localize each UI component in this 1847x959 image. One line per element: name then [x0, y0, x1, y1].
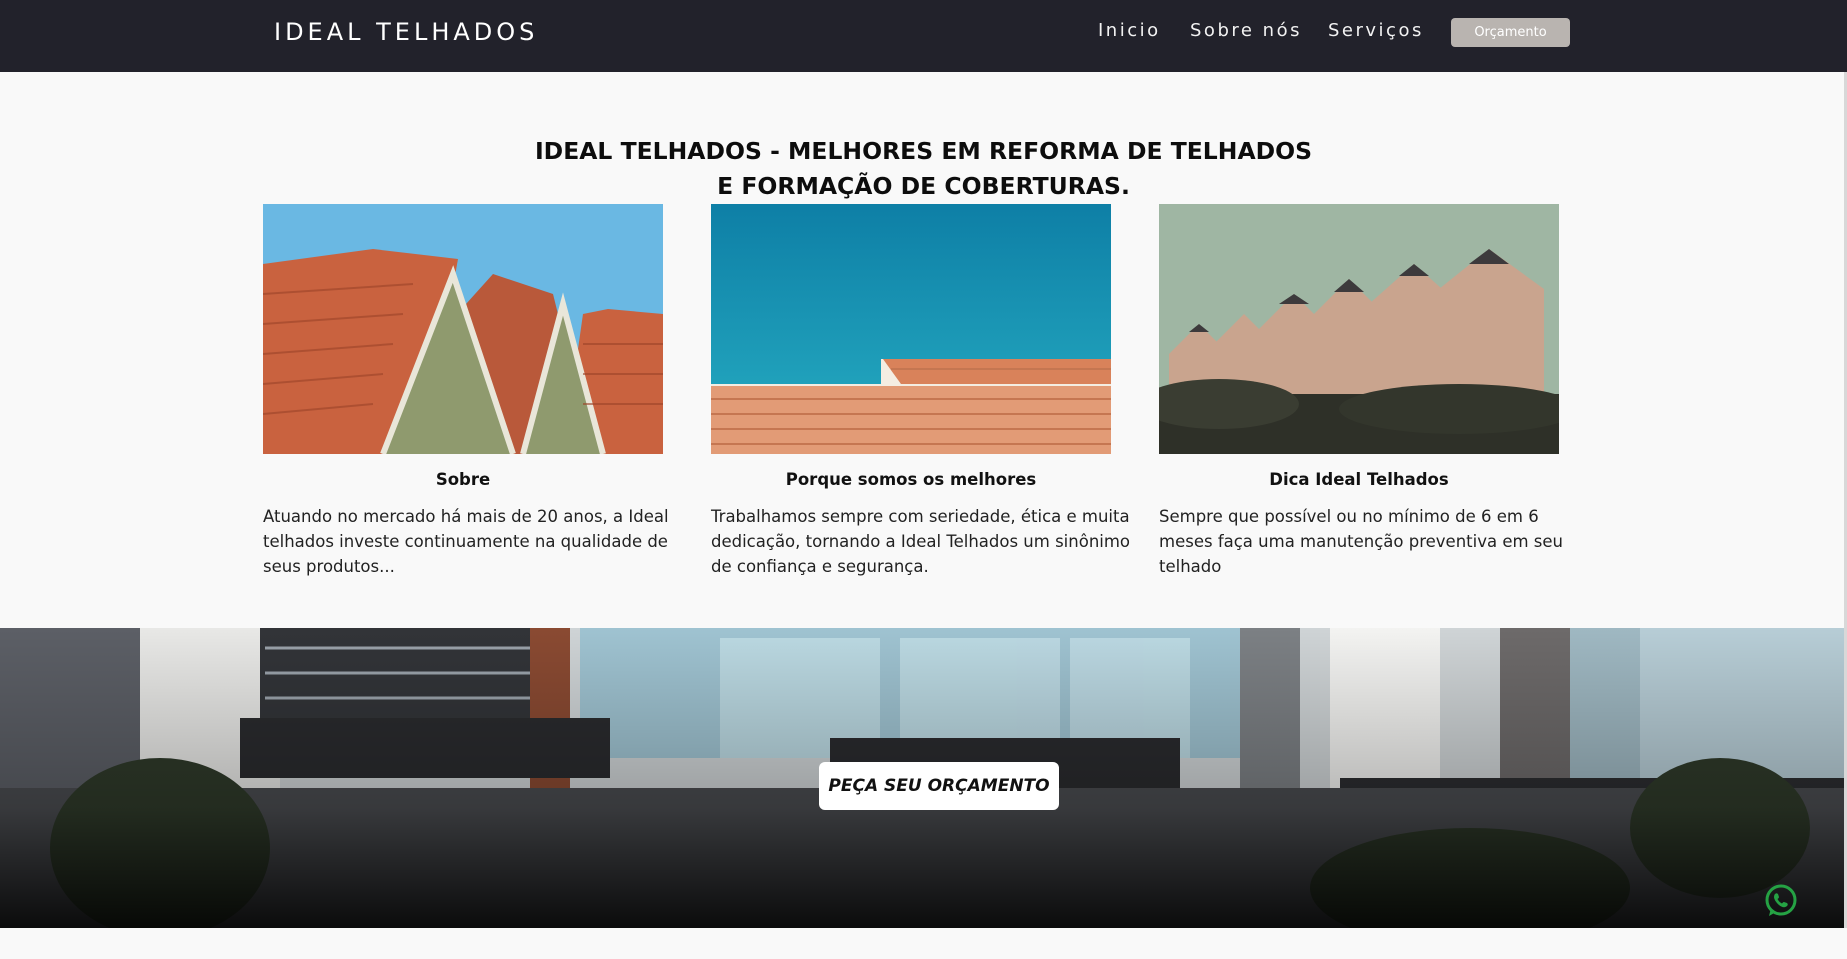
page-headline: IDEAL TELHADOS - MELHORES EM REFORMA DE …: [0, 134, 1847, 204]
card-title: Porque somos os melhores: [785, 470, 1037, 489]
card-text: Atuando no mercado há mais de 20 anos, a…: [263, 507, 669, 576]
card-sobre: Sobre Atuando no mercado há mais de 20 a…: [263, 204, 669, 579]
card-text: Trabalhamos sempre com seriedade, ética …: [711, 507, 1131, 576]
top-navbar: IDEAL TELHADOS Inicio Sobre nós Serviços…: [0, 0, 1847, 72]
card-text: Sempre que possível ou no mínimo de 6 em…: [1159, 507, 1564, 576]
nav-link-sobre-nos[interactable]: Sobre nós: [1190, 20, 1302, 41]
card-porque-somos-os-melhores: Porque somos os melhores Trabalhamos sem…: [711, 204, 1130, 579]
card-dica-ideal-telhados: Dica Ideal Telhados Sempre que possível …: [1159, 204, 1563, 579]
orcamento-button[interactable]: Orçamento: [1451, 18, 1570, 47]
peca-seu-orcamento-button[interactable]: PEÇA SEU ORÇAMENTO: [819, 762, 1059, 810]
nav-link-servicos[interactable]: Serviços: [1328, 20, 1424, 41]
card-title: Sobre: [435, 470, 491, 489]
card-image-red-roofs: [263, 204, 663, 454]
headline-line-2: E FORMAÇÃO DE COBERTURAS.: [717, 172, 1130, 200]
nav-link-inicio[interactable]: Inicio: [1098, 20, 1161, 41]
brand-logo-text[interactable]: IDEAL TELHADOS: [274, 18, 538, 46]
whatsapp-icon[interactable]: [1763, 883, 1799, 919]
card-title: Dica Ideal Telhados: [1269, 470, 1449, 489]
card-image-victorian-houses: [1159, 204, 1559, 454]
card-image-tiled-roof-sky: [711, 204, 1111, 454]
headline-line-1: IDEAL TELHADOS - MELHORES EM REFORMA DE …: [534, 137, 1313, 165]
